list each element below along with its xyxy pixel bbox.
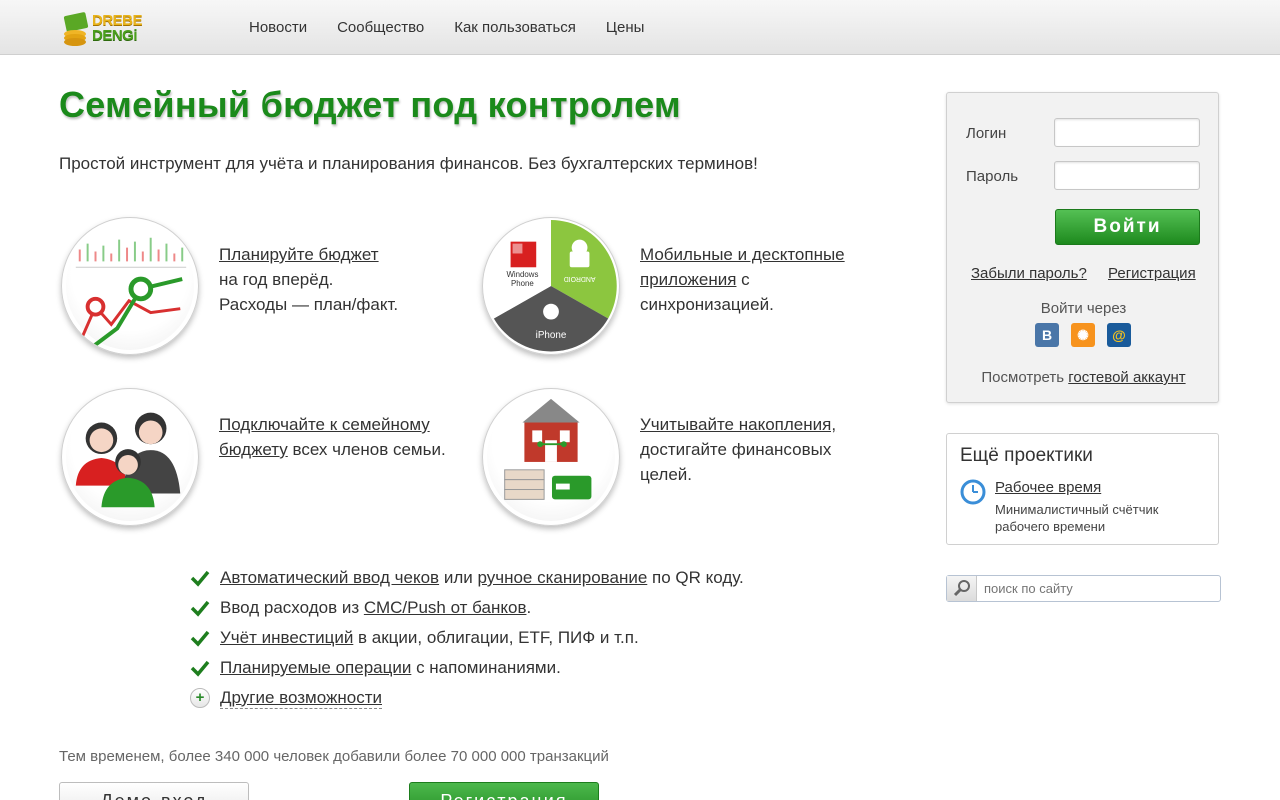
forgot-password-link[interactable]: Забыли пароль? (971, 265, 1087, 282)
manual-scan-link[interactable]: ручное сканирование (477, 568, 647, 588)
mobile-platforms-icon: Windows Phone ANDROID iPhone (482, 217, 620, 355)
guest-account-link[interactable]: гостевой аккаунт (1068, 369, 1185, 386)
android-label: ANDROID (564, 275, 596, 282)
login-label: Логин (966, 125, 1007, 142)
register-button[interactable]: Регистрация (409, 782, 599, 800)
plus-icon[interactable]: + (190, 688, 210, 708)
feature-planning-line2: на год вперёд. (219, 270, 334, 289)
feature-planning-line3: Расходы — план/факт. (219, 295, 399, 314)
logo[interactable]: DREBE DENGi (62, 10, 143, 48)
work-time-link[interactable]: Рабочее время (995, 479, 1101, 496)
login-field[interactable] (1054, 118, 1200, 147)
feature-mobile-rest-2: синхронизацией. (640, 295, 774, 314)
feature-mobile-link-1[interactable]: Мобильные и десктопные (640, 245, 845, 264)
list-text: по QR коду. (647, 568, 744, 587)
list-item: Планируемые операции с напоминаниями. (190, 653, 744, 683)
feature-planning: Планируйте бюджет на год вперёд. Расходы… (219, 242, 398, 317)
windows-phone-label-1: Windows (506, 270, 538, 279)
usage-stats: Тем временем, более 340 000 человек доба… (59, 748, 609, 765)
sms-push-link[interactable]: СМС/Push от банков (364, 598, 527, 618)
login-button[interactable]: Войти (1055, 209, 1200, 245)
iphone-label: iPhone (536, 330, 567, 341)
guest-pre-text: Посмотреть (981, 369, 1069, 386)
list-text: Ввод расходов из (220, 598, 364, 617)
feature-planning-link[interactable]: Планируйте бюджет (219, 245, 379, 264)
more-features-link[interactable]: Другие возможности (220, 688, 382, 709)
login-via-label: Войти через (1040, 300, 1127, 317)
receipts-link[interactable]: Автоматический ввод чеков (220, 568, 439, 588)
password-label: Пароль (966, 168, 1019, 185)
nav-item-how-to[interactable]: Как пользоваться (454, 19, 576, 36)
feature-family-link-1[interactable]: Подключайте к семейному (219, 415, 430, 434)
search-icon[interactable] (947, 576, 977, 601)
more-projects-panel: Ещё проектики Рабочее время Минималистич… (946, 433, 1219, 545)
feature-savings-line3: целей. (640, 465, 693, 484)
checkmark-icon (190, 630, 210, 647)
feature-savings-line2: достигайте финансовых (640, 440, 832, 459)
vk-icon[interactable]: В (1035, 323, 1059, 347)
list-text: или (439, 568, 478, 587)
page-title: Семейный бюджет под контролем (59, 84, 681, 125)
nav-item-news[interactable]: Новости (249, 19, 307, 36)
register-link[interactable]: Регистрация (1108, 265, 1196, 282)
savings-house-icon (482, 388, 620, 526)
logo-text-bottom: DENGi (92, 27, 138, 44)
list-item: Ввод расходов из СМС/Push от банков . (190, 593, 744, 623)
login-form: Логин Пароль Войти Забыли пароль? Регист… (946, 92, 1219, 403)
investments-link[interactable]: Учёт инвестиций (220, 628, 353, 648)
list-text: в акции, облигации, ETF, ПИФ и т.п. (353, 628, 639, 647)
feature-mobile-rest-1: с (736, 270, 750, 289)
work-time-description: Минималистичный счётчик рабочего времени (995, 502, 1159, 534)
checkmark-icon (190, 660, 210, 677)
coins-logo-icon (63, 12, 89, 46)
windows-phone-label-2: Phone (511, 279, 534, 288)
demo-login-button[interactable]: Демо-вход (59, 782, 249, 800)
feature-family-link-2[interactable]: бюджету (219, 440, 288, 459)
guest-account: Посмотреть гостевой аккаунт (947, 369, 1220, 386)
family-icon (61, 388, 199, 526)
checkmark-icon (190, 570, 210, 587)
odnoklassniki-icon[interactable]: ✺ (1071, 323, 1095, 347)
checkmark-icon (190, 600, 210, 617)
nav-item-prices[interactable]: Цены (606, 19, 645, 36)
feature-family-rest: всех членов семьи. (287, 440, 446, 459)
password-field[interactable] (1054, 161, 1200, 190)
top-navigation-bar: DREBE DENGi Новости Сообщество Как польз… (0, 0, 1280, 55)
page-subtitle: Простой инструмент для учёта и планирова… (59, 154, 758, 173)
nav-item-community[interactable]: Сообщество (337, 19, 424, 36)
list-item: Учёт инвестиций в акции, облигации, ETF,… (190, 623, 744, 653)
feature-checklist: Автоматический ввод чеков или ручное ска… (190, 563, 744, 713)
feature-savings-link[interactable]: Учитывайте накопления, (640, 415, 836, 434)
search-input[interactable] (978, 576, 1218, 601)
feature-savings: Учитывайте накопления, достигайте финанс… (640, 412, 836, 487)
list-item: + Другие возможности (190, 683, 744, 713)
feature-mobile: Мобильные и десктопные приложения с синх… (640, 242, 845, 317)
mailru-icon[interactable]: @ (1107, 323, 1131, 347)
list-text: . (526, 598, 532, 617)
site-search (946, 575, 1221, 602)
clock-icon (960, 479, 986, 505)
budget-chart-icon (61, 217, 199, 355)
list-text: с напоминаниями. (411, 658, 561, 677)
list-item: Автоматический ввод чеков или ручное ска… (190, 563, 744, 593)
planned-operations-link[interactable]: Планируемые операции (220, 658, 411, 678)
more-projects-title: Ещё проектики (960, 445, 1093, 466)
main-nav: Новости Сообщество Как пользоваться Цены (249, 19, 644, 36)
feature-family: Подключайте к семейному бюджету всех чле… (219, 412, 446, 462)
feature-mobile-link-2[interactable]: приложения (640, 270, 736, 289)
